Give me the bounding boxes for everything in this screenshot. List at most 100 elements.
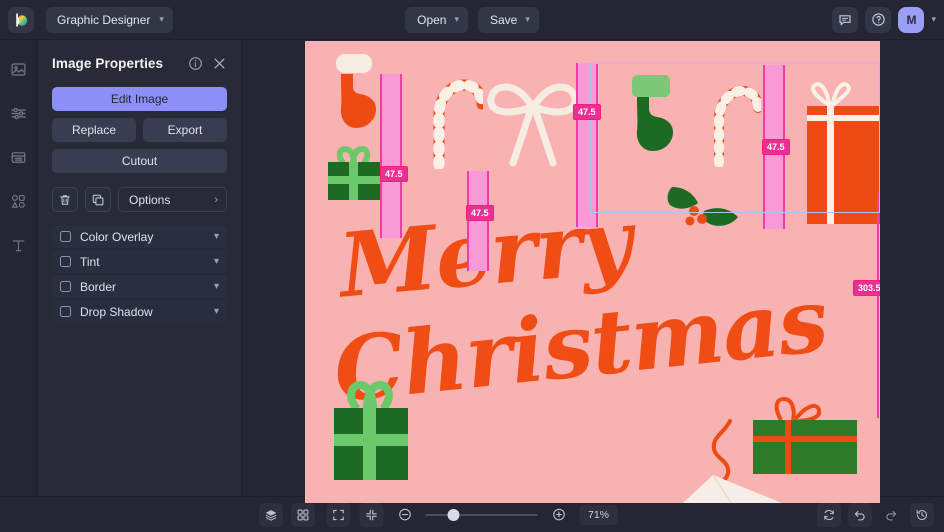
info-circle-icon[interactable]	[188, 56, 203, 71]
zoom-in-icon[interactable]	[547, 503, 571, 527]
zoom-out-icon[interactable]	[393, 503, 417, 527]
stocking-green-art	[632, 75, 673, 151]
sidebar-item-image[interactable]	[6, 56, 32, 82]
effect-row-tint[interactable]: Tint ▾	[52, 250, 227, 273]
reset-icon[interactable]	[817, 502, 841, 527]
help-circle-icon[interactable]	[865, 6, 892, 33]
view-mode-group	[259, 502, 315, 527]
tool-rail	[0, 40, 38, 496]
layers-icon[interactable]	[259, 502, 283, 527]
open-button[interactable]: Open ▾	[405, 6, 468, 33]
image-properties-panel: Image Properties Edit Image Replace Expo…	[38, 40, 242, 496]
object-tools-row: Options ›	[52, 187, 227, 212]
chevron-down-icon[interactable]: ▾	[931, 14, 936, 25]
effect-checkbox[interactable]	[60, 306, 71, 317]
ornament-art	[509, 493, 639, 503]
options-label: Options	[129, 192, 171, 207]
history-controls	[817, 502, 934, 527]
app-root: Graphic Designer ▾ Open ▾ Save ▾ M ▾ Ima…	[0, 0, 944, 532]
edit-image-button[interactable]: Edit Image	[52, 87, 227, 111]
effect-row-drop-shadow[interactable]: Drop Shadow ▾	[52, 300, 227, 323]
chevron-down-icon[interactable]: ▾	[214, 256, 219, 267]
trash-icon[interactable]	[52, 187, 78, 212]
spacing-badge-1[interactable]: 47.5	[380, 166, 408, 182]
zoom-controls: 71%	[326, 502, 618, 527]
avatar[interactable]: M	[898, 6, 925, 33]
open-label: Open	[417, 12, 447, 27]
shrink-icon[interactable]	[359, 502, 384, 527]
spacing-badge-4[interactable]: 47.5	[466, 205, 494, 221]
effect-checkbox[interactable]	[60, 256, 71, 267]
sidebar-item-shapes[interactable]	[6, 188, 32, 214]
zoom-slider[interactable]	[425, 508, 538, 521]
color-wheel-logo-icon[interactable]	[8, 6, 34, 33]
edit-image-label: Edit Image	[110, 92, 169, 106]
options-button[interactable]: Options ›	[118, 187, 227, 212]
undo-icon[interactable]	[848, 502, 872, 527]
spacing-guide-4	[467, 171, 489, 271]
zoom-slider-knob[interactable]	[447, 508, 460, 521]
effect-label: Drop Shadow	[80, 304, 153, 319]
close-icon[interactable]	[212, 56, 227, 71]
effect-label: Border	[80, 279, 117, 294]
document-name-chip[interactable]: Graphic Designer ▾	[46, 6, 173, 33]
grid-icon[interactable]	[291, 502, 315, 527]
spacing-guide-1	[380, 74, 402, 238]
panel-header-actions	[188, 56, 227, 71]
spacing-guide-5-line	[877, 193, 879, 418]
envelope-art	[682, 474, 782, 503]
cutout-button[interactable]: Cutout	[52, 149, 227, 173]
cutout-label: Cutout	[121, 154, 158, 168]
avatar-initial: M	[906, 12, 917, 27]
file-actions-group: Open ▾ Save ▾	[405, 6, 539, 33]
comment-icon[interactable]	[832, 6, 859, 33]
bow-white-art	[487, 83, 579, 167]
effect-row-border[interactable]: Border ▾	[52, 275, 227, 298]
effect-label: Color Overlay	[80, 229, 154, 244]
effects-list: Color Overlay ▾ Tint ▾ Border ▾ Drop Sha…	[52, 225, 227, 323]
sidebar-item-adjustments[interactable]	[6, 100, 32, 126]
export-button[interactable]: Export	[143, 118, 227, 142]
fit-screen-icon[interactable]	[326, 502, 351, 527]
gift-green-large-art	[334, 380, 408, 480]
holly-art	[667, 187, 738, 226]
spacing-badge-3[interactable]: 47.5	[762, 139, 790, 155]
chevron-down-icon: ▾	[454, 14, 459, 24]
candy-cane-2-art	[714, 85, 761, 167]
chevron-down-icon: ▾	[525, 14, 530, 24]
zoom-level-display[interactable]: 71%	[579, 504, 618, 525]
spacing-badge-2[interactable]: 47.5	[573, 104, 601, 120]
sidebar-item-layout[interactable]	[6, 144, 32, 170]
spacing-guide-2	[576, 63, 598, 227]
gift-green-small-art	[328, 145, 380, 200]
replace-export-row: Replace Export	[52, 118, 227, 142]
chevron-down-icon[interactable]: ▾	[214, 281, 219, 292]
redo-icon[interactable]	[879, 503, 903, 527]
effect-label: Tint	[80, 254, 100, 269]
effect-checkbox[interactable]	[60, 281, 71, 292]
chevron-down-icon[interactable]: ▾	[214, 306, 219, 317]
effect-checkbox[interactable]	[60, 231, 71, 242]
gift-orange-art	[807, 82, 880, 224]
chevron-down-icon[interactable]: ▾	[214, 231, 219, 242]
account-actions-group: M ▾	[832, 6, 936, 33]
document-name-label: Graphic Designer	[57, 12, 151, 27]
replace-label: Replace	[71, 123, 117, 137]
chevron-right-icon: ›	[214, 193, 218, 206]
artboard[interactable]: Merry Christmas	[305, 41, 880, 503]
zoom-level-label: 71%	[587, 508, 609, 521]
page-title: Image Properties	[52, 55, 164, 71]
save-label: Save	[490, 12, 518, 27]
panel-header: Image Properties	[52, 50, 227, 76]
spacing-badge-5[interactable]: 303.5	[853, 280, 880, 296]
duplicate-icon[interactable]	[85, 187, 111, 212]
top-bar: Graphic Designer ▾ Open ▾ Save ▾ M ▾	[0, 0, 944, 40]
history-icon[interactable]	[910, 502, 934, 527]
effect-row-color-overlay[interactable]: Color Overlay ▾	[52, 225, 227, 248]
export-label: Export	[167, 123, 203, 137]
sidebar-item-text[interactable]	[6, 232, 32, 258]
zoom-slider-track[interactable]	[425, 508, 538, 521]
replace-button[interactable]: Replace	[52, 118, 136, 142]
chevron-down-icon: ▾	[159, 14, 164, 24]
save-button[interactable]: Save ▾	[478, 6, 539, 33]
